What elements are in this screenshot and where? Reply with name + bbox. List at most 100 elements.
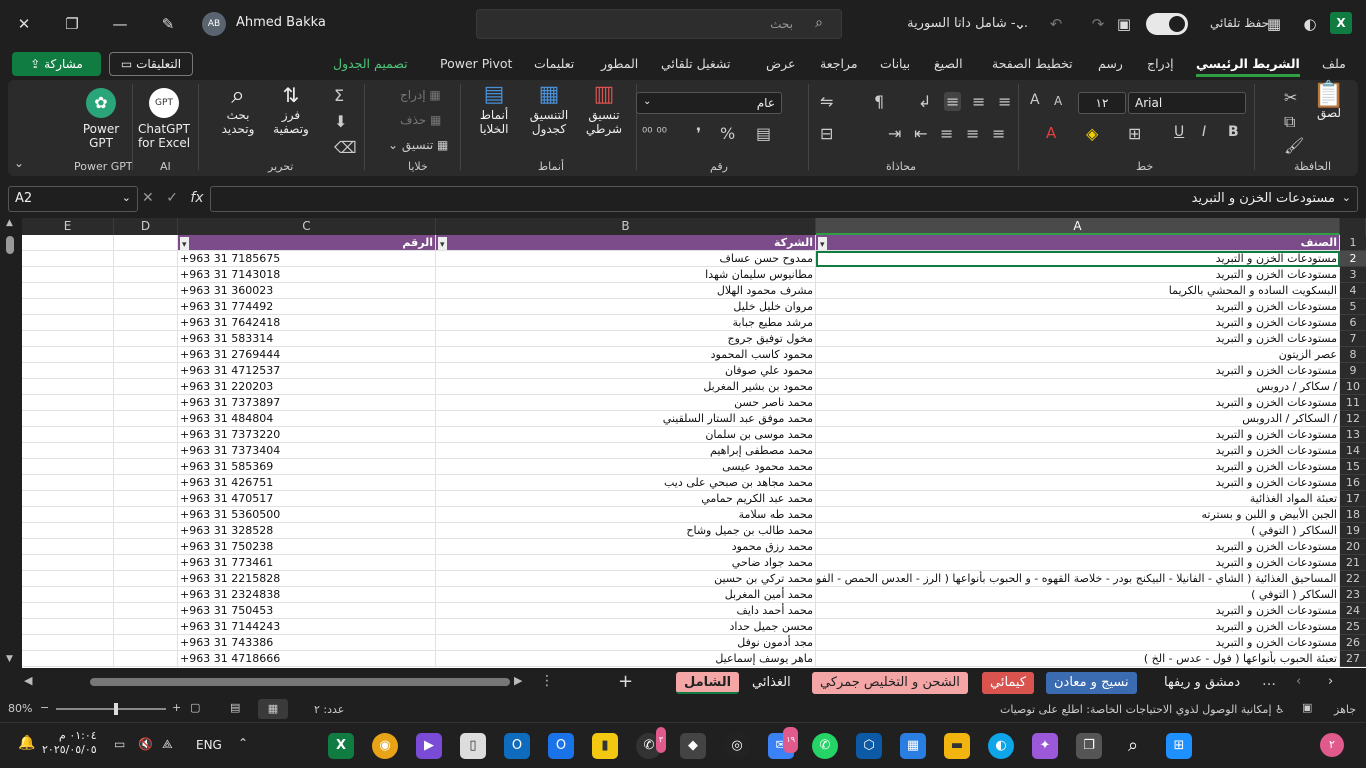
cell-e[interactable] — [22, 283, 114, 299]
cell-d[interactable] — [114, 347, 178, 363]
cell-d[interactable] — [114, 267, 178, 283]
cell-d[interactable] — [114, 571, 178, 587]
autosum-icon[interactable]: Σ — [334, 86, 344, 105]
cell-company[interactable]: مشرف محمود الهلال — [436, 283, 816, 299]
cell-phone[interactable]: +963 31 470517 — [178, 491, 436, 507]
settings-icon[interactable]: ▣ — [1302, 701, 1312, 714]
row-header[interactable]: 14 — [1340, 443, 1366, 459]
cell-d[interactable] — [114, 491, 178, 507]
cell-e[interactable] — [22, 251, 114, 267]
battery-icon[interactable]: ▭ — [114, 737, 125, 751]
cell-e[interactable] — [22, 603, 114, 619]
row-header[interactable]: 12 — [1340, 411, 1366, 427]
save-icon[interactable]: ▣ — [1112, 12, 1136, 36]
row-header[interactable]: 9 — [1340, 363, 1366, 379]
insert-cells-button[interactable]: إدراج ▦ — [400, 88, 441, 102]
row-header[interactable]: 5 — [1340, 299, 1366, 315]
cell-e[interactable] — [22, 331, 114, 347]
cell-company[interactable]: محمد موسى بن سلمان — [436, 427, 816, 443]
copy-icon[interactable]: ⧉ — [1284, 112, 1295, 132]
cell-d[interactable] — [114, 331, 178, 347]
cell-e[interactable] — [22, 395, 114, 411]
cell-d[interactable] — [114, 459, 178, 475]
wrap-text-icon[interactable]: ↲ — [918, 92, 931, 111]
cell-d[interactable] — [114, 507, 178, 523]
cell-phone[interactable]: +963 31 328528 — [178, 523, 436, 539]
minimize-icon[interactable]: — — [108, 12, 132, 36]
cell-category[interactable]: مستودعات الخزن و التبريد — [816, 459, 1340, 475]
row-header[interactable]: 6 — [1340, 315, 1366, 331]
cell-company[interactable]: مروان خليل خليل — [436, 299, 816, 315]
sheet-tab[interactable]: الشحن و التخليص جمركي — [812, 672, 968, 694]
cell-company[interactable]: مرشد مطيع جبابة — [436, 315, 816, 331]
cell-e[interactable] — [22, 267, 114, 283]
cell-d[interactable] — [114, 635, 178, 651]
outlook-new-icon[interactable]: O — [548, 733, 574, 759]
cell-phone[interactable]: +963 31 5360500 — [178, 507, 436, 523]
tab-automate[interactable]: تشغيل تلقائي — [661, 56, 731, 71]
align-left-icon[interactable]: ≡ — [992, 124, 1005, 143]
layout-icon[interactable]: ▦ — [1262, 12, 1286, 36]
cell-e[interactable] — [22, 443, 114, 459]
cell-phone[interactable]: +963 31 2324838 — [178, 587, 436, 603]
cell-empty[interactable] — [114, 235, 178, 251]
notification-badge[interactable]: ٢ — [1320, 733, 1344, 757]
increase-font-icon[interactable]: A — [1030, 92, 1040, 108]
increase-indent-icon[interactable]: ⇥ — [888, 124, 901, 143]
page-layout-view-icon[interactable]: ▤ — [230, 701, 240, 714]
store-icon[interactable]: ▦ — [900, 733, 926, 759]
cell-phone[interactable]: +963 31 2769444 — [178, 347, 436, 363]
copilot-icon[interactable]: ✦ — [1032, 733, 1058, 759]
cell-e[interactable] — [22, 491, 114, 507]
file-explorer-icon[interactable]: ▬ — [944, 733, 970, 759]
row-header[interactable]: 19 — [1340, 523, 1366, 539]
name-box[interactable]: A2 ⌄ — [8, 186, 138, 212]
cell-d[interactable] — [114, 427, 178, 443]
cell-category[interactable]: مستودعات الخزن و التبريد — [816, 395, 1340, 411]
tray-chevron-icon[interactable]: ⌃ — [238, 736, 248, 750]
font-size-select[interactable]: ١٢ — [1078, 92, 1126, 114]
borders-icon[interactable]: ⊞ — [1128, 124, 1141, 143]
cell-company[interactable]: محمد تركي بن حسين — [436, 571, 816, 587]
bold-icon[interactable]: B — [1228, 124, 1239, 140]
cell-e[interactable] — [22, 475, 114, 491]
notification-bell-icon[interactable]: 🔔 — [18, 735, 35, 751]
cell-category[interactable]: تعبئة المواد الغذائية — [816, 491, 1340, 507]
cell-category[interactable]: تعبئة الحبوب بأنواعها ( فول - عدس - الخ … — [816, 651, 1340, 667]
cell-d[interactable] — [114, 619, 178, 635]
cell-phone[interactable]: +963 31 2215828 — [178, 571, 436, 587]
cell-company[interactable]: محمد أمين المغربل — [436, 587, 816, 603]
outlook-icon[interactable]: O — [504, 733, 530, 759]
vpn-icon[interactable]: ⬡ — [856, 733, 882, 759]
header-category[interactable]: ▾ الصنف — [816, 235, 1340, 251]
whatsapp-beta-icon[interactable]: ✆ ٣ — [636, 727, 666, 759]
sort-filter-button[interactable]: ⇅ فرز وتصفية — [266, 85, 316, 136]
tab-developer[interactable]: المطور — [601, 56, 638, 71]
vertical-scrollbar[interactable]: ▲ ▼ — [4, 218, 16, 668]
cell-company[interactable]: محمد ناصر حسن — [436, 395, 816, 411]
restore-icon[interactable]: ❐ — [60, 12, 84, 36]
cell-e[interactable] — [22, 539, 114, 555]
row-header[interactable]: 27 — [1340, 651, 1366, 667]
cut-icon[interactable]: ✂ — [1284, 88, 1297, 107]
scroll-right-icon[interactable]: ▶ — [514, 674, 522, 687]
cell-phone[interactable]: +963 31 7642418 — [178, 315, 436, 331]
cell-phone[interactable]: +963 31 7185675 — [178, 251, 436, 267]
zoom-slider-thumb[interactable] — [114, 703, 118, 715]
cell-phone[interactable]: +963 31 7373404 — [178, 443, 436, 459]
cell-phone[interactable]: +963 31 750238 — [178, 539, 436, 555]
cell-d[interactable] — [114, 283, 178, 299]
cell-e[interactable] — [22, 523, 114, 539]
power-bi-icon[interactable]: ▮ — [592, 733, 618, 759]
conditional-formatting-button[interactable]: ▥ تنسيق شرطي — [576, 84, 632, 137]
next-sheet-icon[interactable]: › — [1328, 674, 1333, 689]
cell-category[interactable]: مستودعات الخزن و التبريد — [816, 475, 1340, 491]
cell-company[interactable]: محمود كاسب المحمود — [436, 347, 816, 363]
tab-data[interactable]: بيانات — [880, 56, 910, 71]
cell-company[interactable]: ماهر يوسف إسماعيل — [436, 651, 816, 667]
cell-phone[interactable]: +963 31 426751 — [178, 475, 436, 491]
file-icon[interactable]: ▯ — [460, 733, 486, 759]
align-top-icon[interactable]: ≡ — [972, 92, 985, 111]
more-sheets-icon[interactable]: … — [1262, 673, 1276, 689]
tab-draw[interactable]: رسم — [1098, 56, 1123, 71]
